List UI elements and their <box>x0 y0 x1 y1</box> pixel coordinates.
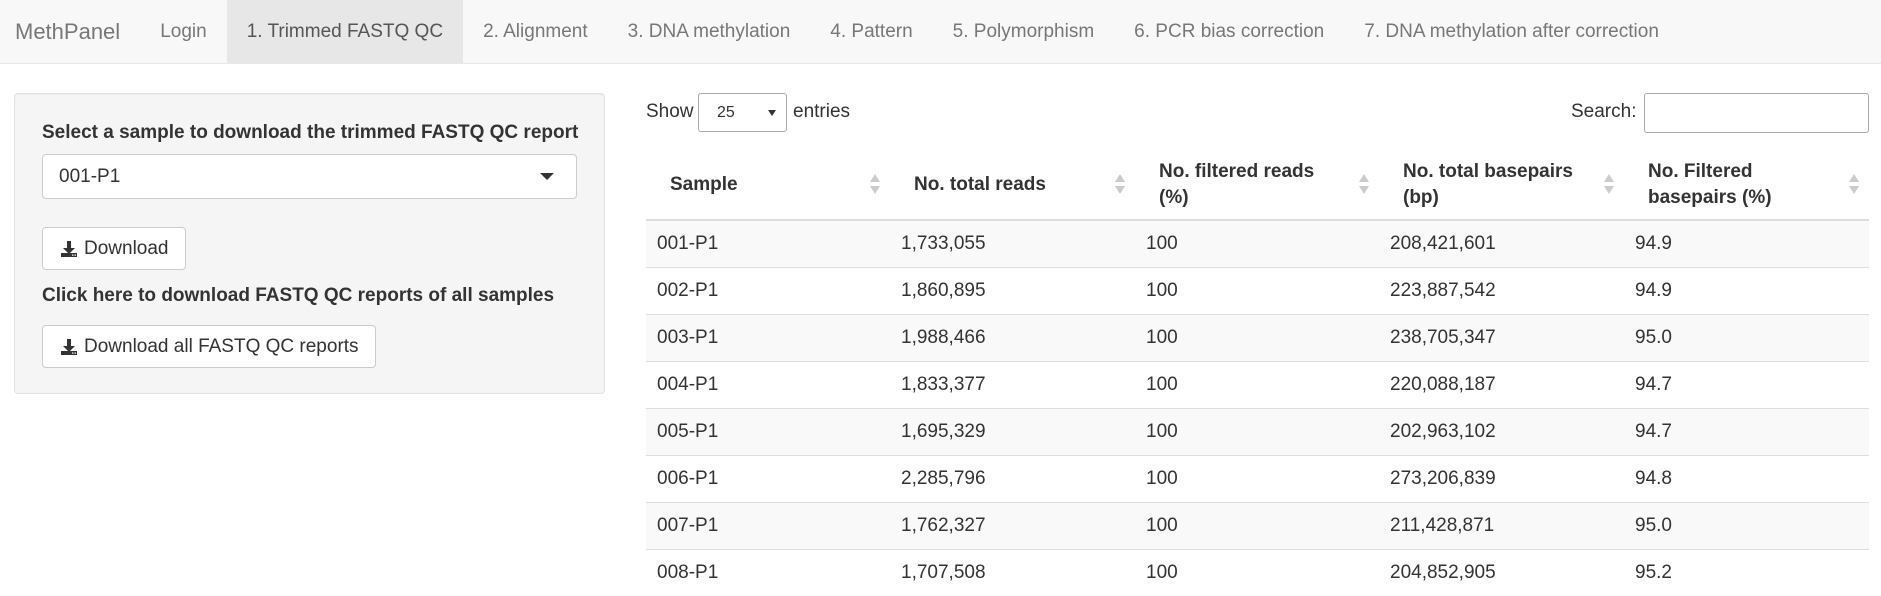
sort-icon <box>1115 174 1125 196</box>
entries-length-value: 25 <box>717 103 735 121</box>
table-cell: 95.2 <box>1624 548 1869 596</box>
sample-select[interactable]: 001-P1 <box>42 154 577 199</box>
table-cell: 1,733,055 <box>890 219 1135 267</box>
table-cell: 1,707,508 <box>890 548 1135 596</box>
brand-logo[interactable]: MethPanel <box>0 0 140 63</box>
table-row[interactable]: 007-P1 1,762,327 100 211,428,871 95.0 <box>646 501 1869 549</box>
table-cell: 003-P1 <box>646 313 890 361</box>
table-cell: 208,421,601 <box>1379 219 1624 267</box>
table-cell: 100 <box>1135 454 1379 502</box>
table-cell: 006-P1 <box>646 454 890 502</box>
table-cell: 1,762,327 <box>890 501 1135 549</box>
table-row[interactable]: 006-P1 2,285,796 100 273,206,839 94.8 <box>646 454 1869 502</box>
download-icon <box>61 338 77 355</box>
table-cell: 001-P1 <box>646 219 890 267</box>
table-cell: 273,206,839 <box>1379 454 1624 502</box>
table-cell: 220,088,187 <box>1379 360 1624 408</box>
search-input[interactable] <box>1644 93 1869 133</box>
column-header-total-reads[interactable]: No. total reads <box>890 150 1135 221</box>
table-cell: 211,428,871 <box>1379 501 1624 549</box>
table-cell: 100 <box>1135 219 1379 267</box>
table-cell: 1,988,466 <box>890 313 1135 361</box>
table-cell: 223,887,542 <box>1379 266 1624 314</box>
sort-icon <box>1849 174 1859 196</box>
tab-dna-methylation-after-correction[interactable]: 7. DNA methylation after correction <box>1344 0 1679 63</box>
table-header-row: Sample No. total reads No. filtered read… <box>646 150 1869 221</box>
entries-length-select[interactable]: 25 <box>698 93 787 132</box>
column-header-label: No. filtered reads (%) <box>1159 160 1315 208</box>
table-cell: 100 <box>1135 407 1379 455</box>
table-cell: 007-P1 <box>646 501 890 549</box>
table-row[interactable]: 001-P1 1,733,055 100 208,421,601 94.9 <box>646 219 1869 267</box>
tab-login[interactable]: Login <box>140 0 227 63</box>
sort-icon <box>870 174 880 196</box>
table-body: 001-P1 1,733,055 100 208,421,601 94.9 002-P1 1… <box>646 219 1869 596</box>
table-cell: 94.7 <box>1624 407 1869 455</box>
table-cell: 100 <box>1135 548 1379 596</box>
download-button-label: Download <box>84 237 169 259</box>
download-icon <box>61 240 77 257</box>
entries-label: entries <box>793 101 851 122</box>
tab-polymorphism[interactable]: 5. Polymorphism <box>933 0 1115 63</box>
navbar: MethPanel Login 1. Trimmed FASTQ QC 2. A… <box>0 0 1881 64</box>
table-cell: 004-P1 <box>646 360 890 408</box>
tab-pattern[interactable]: 4. Pattern <box>810 0 932 63</box>
table-cell: 94.9 <box>1624 219 1869 267</box>
show-label: Show <box>646 101 694 122</box>
table-cell: 002-P1 <box>646 266 890 314</box>
column-header-sample[interactable]: Sample <box>646 150 890 221</box>
table-cell: 1,860,895 <box>890 266 1135 314</box>
column-header-filtered-reads[interactable]: No. filtered reads (%) <box>1135 150 1379 221</box>
tab-pcr-bias-correction[interactable]: 6. PCR bias correction <box>1114 0 1344 63</box>
download-all-label: Click here to download FASTQ QC reports … <box>42 285 555 306</box>
download-all-button[interactable]: Download all FASTQ QC reports <box>42 325 376 368</box>
table-cell: 94.9 <box>1624 266 1869 314</box>
table-cell: 202,963,102 <box>1379 407 1624 455</box>
caret-down-icon <box>540 173 554 180</box>
table-row[interactable]: 004-P1 1,833,377 100 220,088,187 94.7 <box>646 360 1869 408</box>
sort-icon <box>1359 174 1369 196</box>
data-table: Sample No. total reads No. filtered read… <box>646 150 1869 596</box>
table-row[interactable]: 003-P1 1,988,466 100 238,705,347 95.0 <box>646 313 1869 361</box>
table-cell: 2,285,796 <box>890 454 1135 502</box>
table-cell: 1,695,329 <box>890 407 1135 455</box>
tab-alignment[interactable]: 2. Alignment <box>463 0 608 63</box>
tab-trimmed-fastq-qc[interactable]: 1. Trimmed FASTQ QC <box>226 0 464 63</box>
table-cell: 100 <box>1135 266 1379 314</box>
column-header-label: Sample <box>670 173 738 195</box>
column-header-label: No. total reads <box>914 173 1046 195</box>
table-cell: 94.7 <box>1624 360 1869 408</box>
table-cell: 005-P1 <box>646 407 890 455</box>
column-header-label: No. Filtered basepairs (%) <box>1648 160 1772 208</box>
download-button[interactable]: Download <box>42 227 186 270</box>
column-header-label: No. total basepairs (bp) <box>1403 160 1573 208</box>
table-cell: 100 <box>1135 313 1379 361</box>
column-header-filtered-basepairs[interactable]: No. Filtered basepairs (%) <box>1624 150 1869 221</box>
column-header-total-basepairs[interactable]: No. total basepairs (bp) <box>1379 150 1624 221</box>
table-cell: 95.0 <box>1624 501 1869 549</box>
table-cell: 238,705,347 <box>1379 313 1624 361</box>
sample-select-value: 001-P1 <box>59 165 121 187</box>
download-all-button-label: Download all FASTQ QC reports <box>84 335 359 357</box>
sample-select-label: Select a sample to download the trimmed … <box>42 122 579 143</box>
table-cell: 204,852,905 <box>1379 548 1624 596</box>
table-row[interactable]: 005-P1 1,695,329 100 202,963,102 94.7 <box>646 407 1869 455</box>
table-cell: 95.0 <box>1624 313 1869 361</box>
table-cell: 100 <box>1135 360 1379 408</box>
caret-down-icon <box>768 110 776 116</box>
sidebar-panel: Select a sample to download the trimmed … <box>14 93 605 394</box>
table-cell: 008-P1 <box>646 548 890 596</box>
sort-icon <box>1604 174 1614 196</box>
table-cell: 100 <box>1135 501 1379 549</box>
table-cell: 1,833,377 <box>890 360 1135 408</box>
table-cell: 94.8 <box>1624 454 1869 502</box>
table-row[interactable]: 008-P1 1,707,508 100 204,852,905 95.2 <box>646 548 1869 596</box>
search-label: Search: <box>1571 101 1637 122</box>
table-row[interactable]: 002-P1 1,860,895 100 223,887,542 94.9 <box>646 266 1869 314</box>
tab-dna-methylation[interactable]: 3. DNA methylation <box>608 0 811 63</box>
